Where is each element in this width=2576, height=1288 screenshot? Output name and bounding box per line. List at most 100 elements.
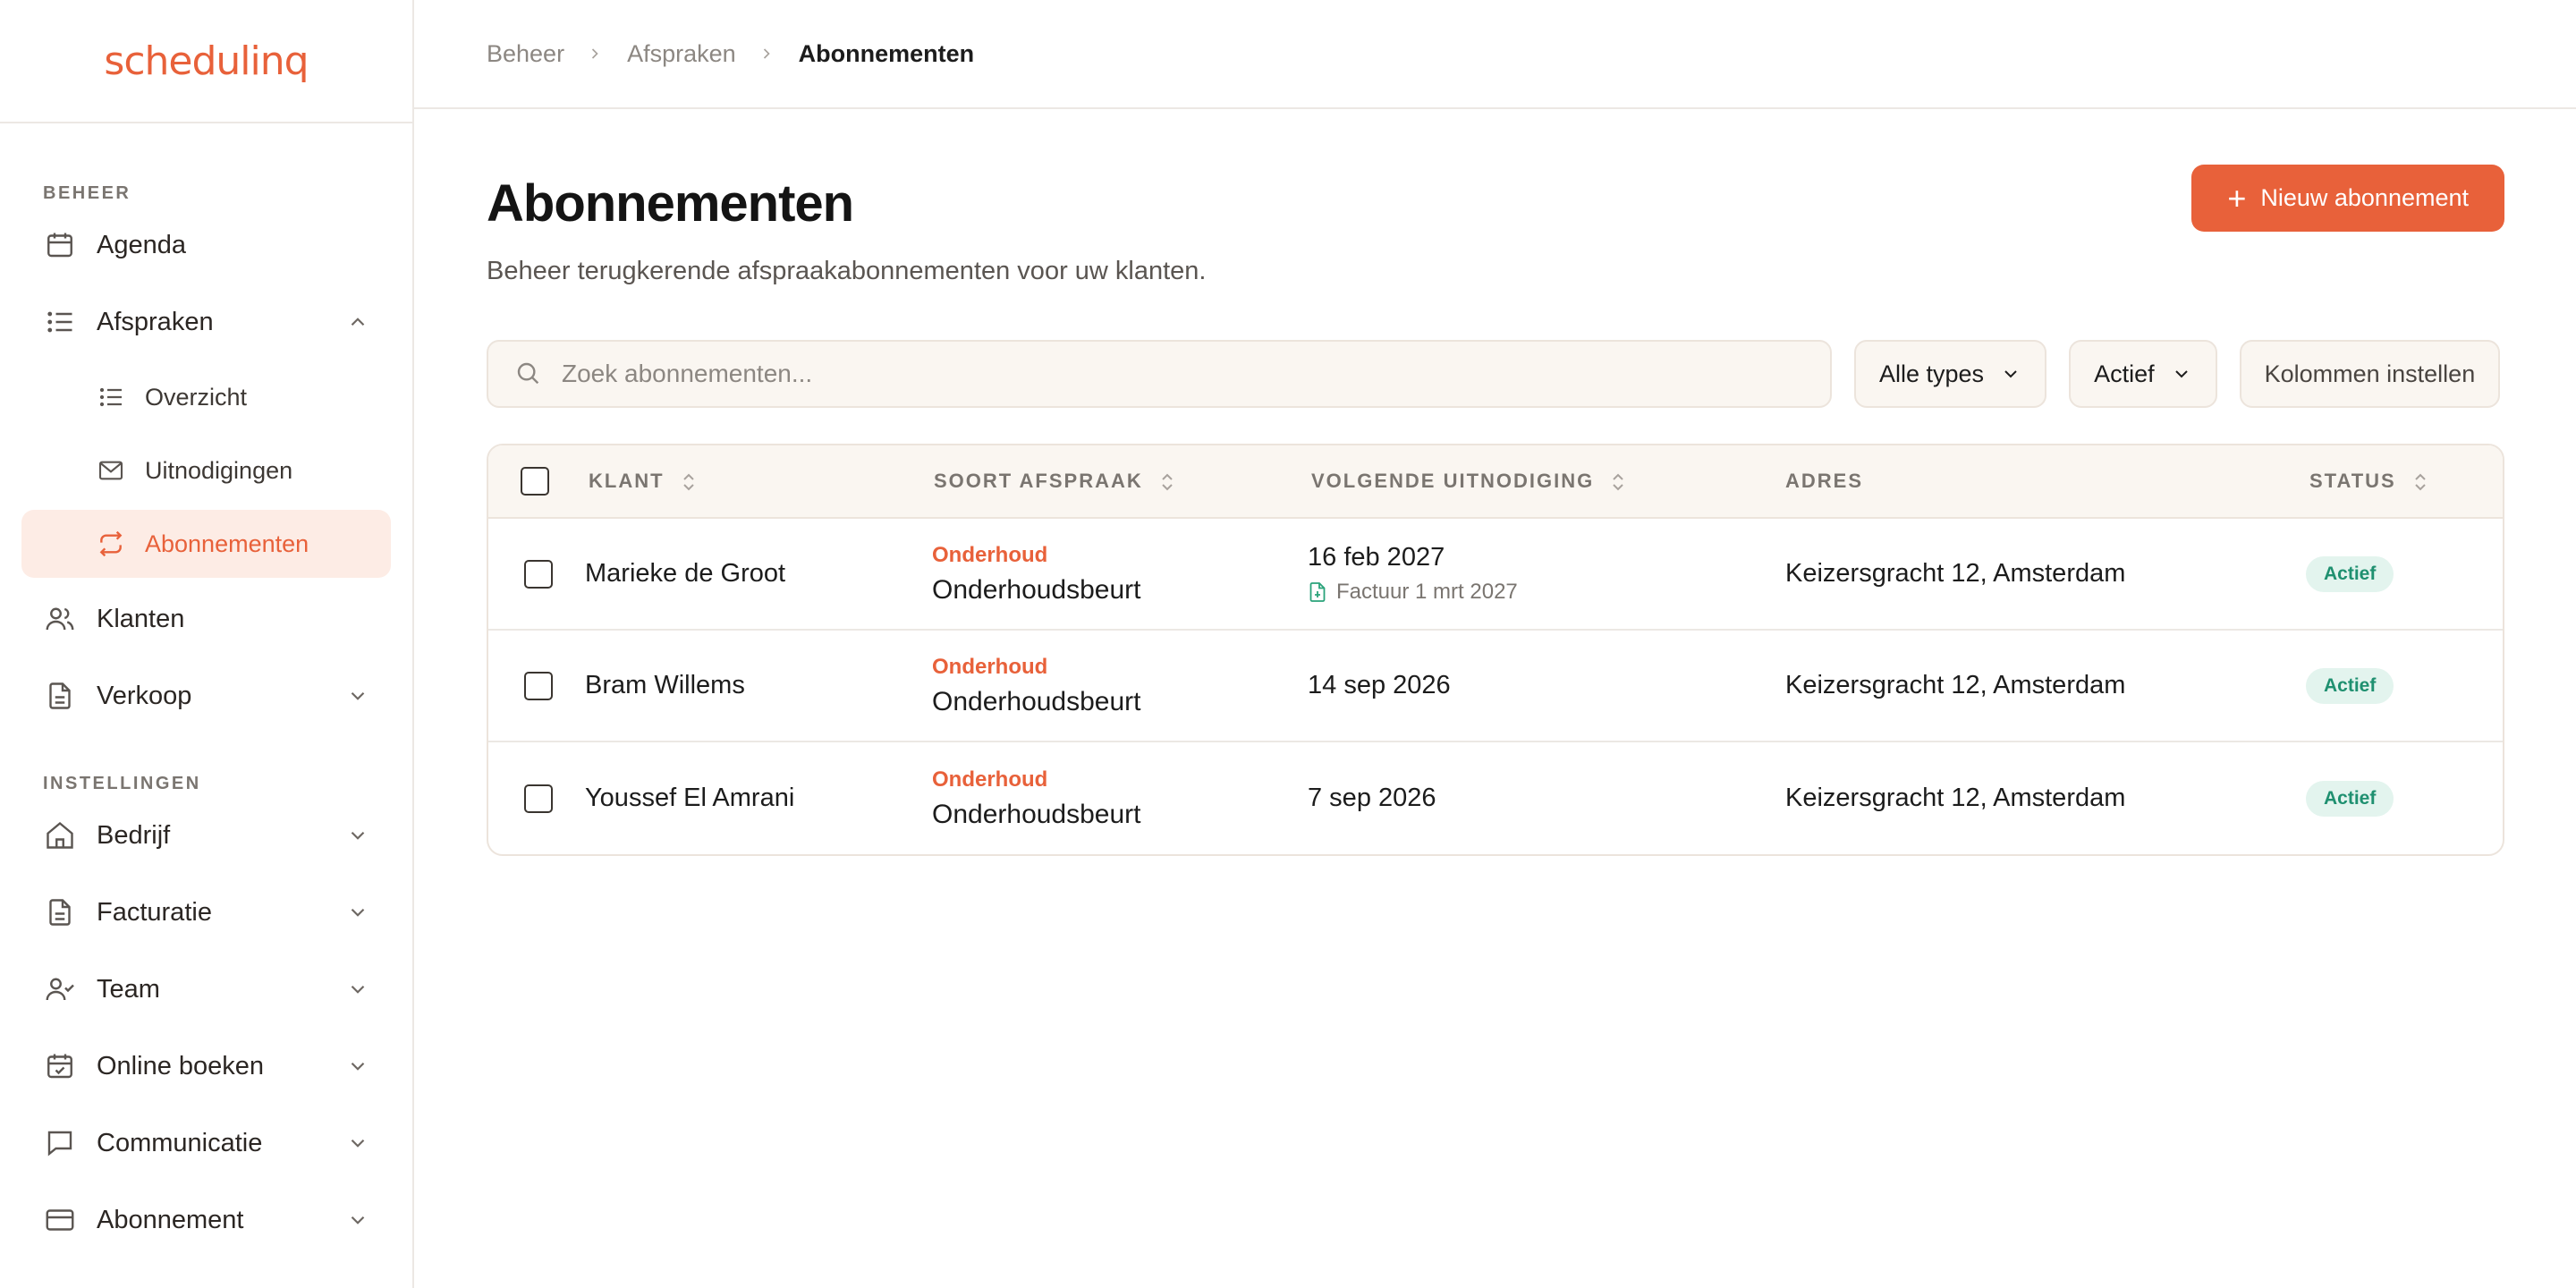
next-date: 7 sep 2026 [1308, 784, 1436, 812]
row-checkbox[interactable] [524, 784, 553, 813]
columns-button[interactable]: Kolommen instellen [2239, 340, 2501, 408]
document-icon [43, 679, 77, 713]
section-label-beheer: BEHEER [43, 183, 131, 203]
sidebar-item-label: Facturatie [97, 897, 212, 927]
cell-soort: Onderhoud Onderhoudsbeurt [932, 543, 1308, 606]
sidebar-item-abonnementen[interactable]: Abonnementen [21, 510, 391, 578]
status-filter-label: Actief [2094, 360, 2155, 387]
column-header-status[interactable]: STATUS [2306, 470, 2503, 493]
row-checkbox[interactable] [524, 671, 553, 700]
users-icon [43, 602, 77, 636]
logo[interactable]: schedulinq [104, 38, 309, 84]
cell-soort: Onderhoud Onderhoudsbeurt [932, 655, 1308, 717]
sidebar-item-facturatie[interactable]: Facturatie [21, 877, 391, 948]
repeat-icon [97, 530, 125, 558]
table-row[interactable]: Youssef El Amrani Onderhoud Onderhoudsbe… [488, 742, 2503, 854]
table-row[interactable]: Bram Willems Onderhoud Onderhoudsbeurt 1… [488, 631, 2503, 742]
sidebar-item-agenda[interactable]: Agenda [21, 209, 391, 281]
sidebar-item-label: Klanten [97, 604, 185, 633]
search-icon [513, 359, 544, 389]
sidebar: schedulinq BEHEER Agenda Afspraken Overz… [0, 0, 414, 1288]
type-tag: Onderhoud [932, 767, 1048, 792]
page-title: Abonnementen [487, 174, 854, 233]
sidebar-item-online-boeken[interactable]: Online boeken [21, 1030, 391, 1102]
chevron-down-icon [2171, 363, 2192, 385]
cell-klant: Bram Willems [585, 671, 745, 699]
search-box[interactable] [487, 340, 1832, 408]
chevron-down-icon[interactable] [346, 978, 369, 1001]
cell-status: Actief [2306, 780, 2503, 817]
sidebar-item-label: Team [97, 974, 160, 1004]
sidebar-item-uitnodigingen[interactable]: Uitnodigingen [21, 436, 391, 504]
table-header: KLANT SOORT AFSPRAAK VOLGENDE UITNODIGIN… [488, 445, 2503, 519]
status-filter-dropdown[interactable]: Actief [2069, 340, 2217, 408]
invoice-icon [43, 895, 77, 929]
type-filter-label: Alle types [1879, 360, 1985, 387]
invoice-file-icon [1308, 581, 1327, 603]
home-icon [43, 818, 77, 852]
sort-icon [1159, 472, 1175, 492]
select-all-checkbox[interactable] [521, 467, 549, 496]
type-name: Onderhoudsbeurt [932, 799, 1141, 829]
sidebar-item-verkoop[interactable]: Verkoop [21, 660, 391, 732]
subscriptions-table: KLANT SOORT AFSPRAAK VOLGENDE UITNODIGIN… [487, 444, 2504, 856]
new-subscription-button[interactable]: + Nieuw abonnement [2191, 165, 2504, 232]
sidebar-item-communicatie[interactable]: Communicatie [21, 1107, 391, 1179]
breadcrumb-afspraken[interactable]: Afspraken [627, 40, 736, 68]
chevron-down-icon[interactable] [346, 1055, 369, 1078]
cell-volgende: 14 sep 2026 [1308, 671, 1785, 700]
logo-area: schedulinq [0, 0, 412, 123]
toolbar: Alle types Actief Kolommen instellen [487, 340, 2504, 408]
cell-adres: Keizersgracht 12, Amsterdam [1785, 784, 2126, 812]
type-tag: Onderhoud [932, 542, 1048, 567]
chevron-down-icon [2000, 363, 2021, 385]
status-badge: Actief [2306, 667, 2394, 704]
calendar-check-icon [43, 1049, 77, 1083]
sidebar-item-team[interactable]: Team [21, 953, 391, 1025]
sidebar-item-overzicht[interactable]: Overzicht [21, 363, 391, 431]
credit-card-icon [43, 1203, 77, 1237]
column-header-label: SOORT AFSPRAAK [934, 470, 1143, 492]
sidebar-item-afspraken[interactable]: Afspraken [21, 286, 391, 358]
mail-icon [97, 456, 125, 485]
column-header-label: STATUS [2309, 470, 2396, 492]
chevron-down-icon[interactable] [346, 1208, 369, 1232]
type-filter-dropdown[interactable]: Alle types [1854, 340, 2047, 408]
cell-status: Actief [2306, 555, 2503, 592]
cell-klant: Youssef El Amrani [585, 784, 795, 812]
column-header-volgende[interactable]: VOLGENDE UITNODIGING [1308, 470, 1785, 493]
breadcrumb-beheer[interactable]: Beheer [487, 40, 564, 68]
sort-icon [681, 472, 697, 492]
sidebar-item-label: Verkoop [97, 681, 192, 710]
search-input[interactable] [562, 360, 1830, 388]
sort-icon [1610, 472, 1626, 492]
sidebar-item-label: Abonnementen [145, 530, 309, 557]
sidebar-item-label: Abonnement [97, 1205, 244, 1234]
chevron-down-icon[interactable] [346, 824, 369, 847]
sidebar-item-bedrijf[interactable]: Bedrijf [21, 800, 391, 871]
chevron-up-icon[interactable] [346, 310, 369, 334]
cell-volgende: 16 feb 2027 Factuur 1 mrt 2027 [1308, 543, 1785, 605]
sidebar-item-abonnement[interactable]: Abonnement [21, 1184, 391, 1256]
chevron-down-icon[interactable] [346, 901, 369, 924]
column-header-klant[interactable]: KLANT [585, 470, 932, 493]
cell-adres: Keizersgracht 12, Amsterdam [1785, 671, 2126, 699]
column-header-label: ADRES [1785, 470, 1864, 492]
cell-adres: Keizersgracht 12, Amsterdam [1785, 559, 2126, 588]
main-area: Beheer Afspraken Abonnementen Abonnement… [414, 0, 2576, 1288]
chevron-down-icon[interactable] [346, 684, 369, 708]
chevron-down-icon[interactable] [346, 1131, 369, 1155]
column-header-soort[interactable]: SOORT AFSPRAAK [932, 470, 1308, 493]
status-badge: Actief [2306, 780, 2394, 817]
breadcrumb: Beheer Afspraken Abonnementen [414, 0, 2576, 109]
invoice-text: Factuur 1 mrt 2027 [1336, 580, 1518, 604]
sidebar-item-klanten[interactable]: Klanten [21, 583, 391, 655]
invoice-note: Factuur 1 mrt 2027 [1308, 580, 1785, 605]
sort-icon [2412, 472, 2428, 492]
chevron-right-icon [758, 44, 777, 64]
row-checkbox[interactable] [524, 559, 553, 589]
table-row[interactable]: Marieke de Groot Onderhoud Onderhoudsbeu… [488, 519, 2503, 631]
sidebar-item-label: Afspraken [97, 307, 214, 336]
new-subscription-label: Nieuw abonnement [2260, 184, 2469, 211]
list-icon [43, 305, 77, 339]
